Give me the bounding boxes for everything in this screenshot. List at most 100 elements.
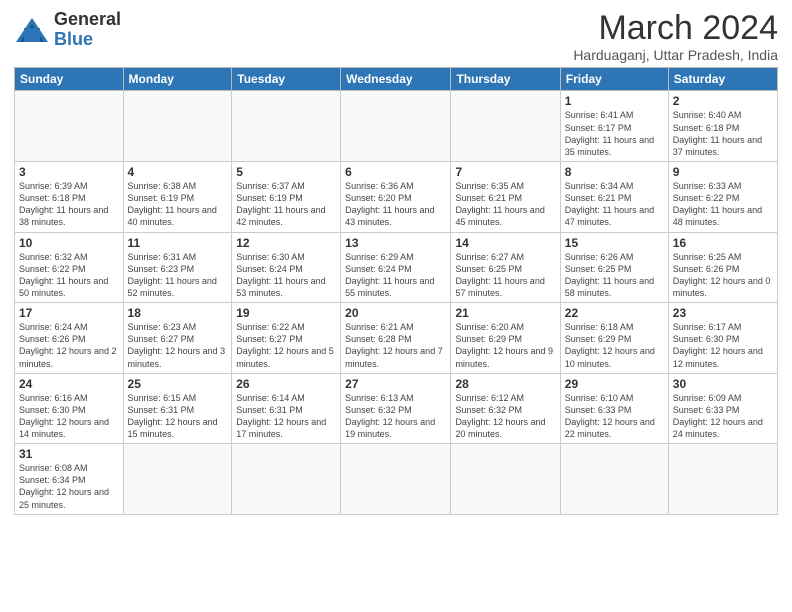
weekday-header-row: SundayMondayTuesdayWednesdayThursdayFrid… (15, 68, 778, 91)
calendar-cell: 7Sunrise: 6:35 AM Sunset: 6:21 PM Daylig… (451, 161, 560, 232)
day-number: 23 (673, 306, 773, 320)
day-info: Sunrise: 6:27 AM Sunset: 6:25 PM Dayligh… (455, 251, 555, 300)
day-number: 1 (565, 94, 664, 108)
day-info: Sunrise: 6:40 AM Sunset: 6:18 PM Dayligh… (673, 109, 773, 158)
day-number: 21 (455, 306, 555, 320)
weekday-header-saturday: Saturday (668, 68, 777, 91)
calendar-cell: 21Sunrise: 6:20 AM Sunset: 6:29 PM Dayli… (451, 303, 560, 374)
calendar-cell: 18Sunrise: 6:23 AM Sunset: 6:27 PM Dayli… (123, 303, 232, 374)
calendar-cell: 13Sunrise: 6:29 AM Sunset: 6:24 PM Dayli… (341, 232, 451, 303)
calendar-cell: 16Sunrise: 6:25 AM Sunset: 6:26 PM Dayli… (668, 232, 777, 303)
day-info: Sunrise: 6:25 AM Sunset: 6:26 PM Dayligh… (673, 251, 773, 300)
calendar-cell: 31Sunrise: 6:08 AM Sunset: 6:34 PM Dayli… (15, 444, 124, 515)
day-number: 4 (128, 165, 228, 179)
day-number: 16 (673, 236, 773, 250)
logo: General Blue (14, 10, 121, 50)
day-info: Sunrise: 6:22 AM Sunset: 6:27 PM Dayligh… (236, 321, 336, 370)
weekday-header-tuesday: Tuesday (232, 68, 341, 91)
day-info: Sunrise: 6:38 AM Sunset: 6:19 PM Dayligh… (128, 180, 228, 229)
calendar-cell (15, 91, 124, 162)
weekday-header-monday: Monday (123, 68, 232, 91)
day-info: Sunrise: 6:32 AM Sunset: 6:22 PM Dayligh… (19, 251, 119, 300)
calendar-cell: 17Sunrise: 6:24 AM Sunset: 6:26 PM Dayli… (15, 303, 124, 374)
calendar-cell (451, 444, 560, 515)
location-subtitle: Harduaganj, Uttar Pradesh, India (573, 47, 778, 63)
day-info: Sunrise: 6:37 AM Sunset: 6:19 PM Dayligh… (236, 180, 336, 229)
day-number: 8 (565, 165, 664, 179)
calendar-week-5: 31Sunrise: 6:08 AM Sunset: 6:34 PM Dayli… (15, 444, 778, 515)
calendar-body: 1Sunrise: 6:41 AM Sunset: 6:17 PM Daylig… (15, 91, 778, 514)
day-number: 20 (345, 306, 446, 320)
calendar-cell: 27Sunrise: 6:13 AM Sunset: 6:32 PM Dayli… (341, 373, 451, 444)
day-number: 26 (236, 377, 336, 391)
calendar-cell: 3Sunrise: 6:39 AM Sunset: 6:18 PM Daylig… (15, 161, 124, 232)
calendar-week-1: 3Sunrise: 6:39 AM Sunset: 6:18 PM Daylig… (15, 161, 778, 232)
calendar-cell (232, 444, 341, 515)
calendar-cell: 24Sunrise: 6:16 AM Sunset: 6:30 PM Dayli… (15, 373, 124, 444)
day-info: Sunrise: 6:31 AM Sunset: 6:23 PM Dayligh… (128, 251, 228, 300)
day-number: 29 (565, 377, 664, 391)
day-number: 3 (19, 165, 119, 179)
day-info: Sunrise: 6:35 AM Sunset: 6:21 PM Dayligh… (455, 180, 555, 229)
day-info: Sunrise: 6:36 AM Sunset: 6:20 PM Dayligh… (345, 180, 446, 229)
calendar-cell: 14Sunrise: 6:27 AM Sunset: 6:25 PM Dayli… (451, 232, 560, 303)
calendar-header: SundayMondayTuesdayWednesdayThursdayFrid… (15, 68, 778, 91)
month-title: March 2024 (573, 10, 778, 47)
logo-icon (14, 16, 50, 44)
day-info: Sunrise: 6:23 AM Sunset: 6:27 PM Dayligh… (128, 321, 228, 370)
calendar-cell (451, 91, 560, 162)
logo-general: General (54, 9, 121, 29)
day-info: Sunrise: 6:09 AM Sunset: 6:33 PM Dayligh… (673, 392, 773, 441)
weekday-header-wednesday: Wednesday (341, 68, 451, 91)
calendar-cell: 12Sunrise: 6:30 AM Sunset: 6:24 PM Dayli… (232, 232, 341, 303)
calendar-week-4: 24Sunrise: 6:16 AM Sunset: 6:30 PM Dayli… (15, 373, 778, 444)
calendar-cell: 1Sunrise: 6:41 AM Sunset: 6:17 PM Daylig… (560, 91, 668, 162)
calendar-week-0: 1Sunrise: 6:41 AM Sunset: 6:17 PM Daylig… (15, 91, 778, 162)
day-info: Sunrise: 6:24 AM Sunset: 6:26 PM Dayligh… (19, 321, 119, 370)
calendar-table: SundayMondayTuesdayWednesdayThursdayFrid… (14, 67, 778, 514)
day-number: 2 (673, 94, 773, 108)
day-info: Sunrise: 6:15 AM Sunset: 6:31 PM Dayligh… (128, 392, 228, 441)
weekday-header-thursday: Thursday (451, 68, 560, 91)
calendar-cell (232, 91, 341, 162)
calendar-cell: 22Sunrise: 6:18 AM Sunset: 6:29 PM Dayli… (560, 303, 668, 374)
calendar-cell (123, 444, 232, 515)
day-number: 10 (19, 236, 119, 250)
day-info: Sunrise: 6:20 AM Sunset: 6:29 PM Dayligh… (455, 321, 555, 370)
header: General Blue March 2024 Harduaganj, Utta… (14, 10, 778, 63)
day-info: Sunrise: 6:34 AM Sunset: 6:21 PM Dayligh… (565, 180, 664, 229)
day-info: Sunrise: 6:12 AM Sunset: 6:32 PM Dayligh… (455, 392, 555, 441)
calendar-week-3: 17Sunrise: 6:24 AM Sunset: 6:26 PM Dayli… (15, 303, 778, 374)
day-number: 31 (19, 447, 119, 461)
calendar-cell (341, 91, 451, 162)
calendar-cell: 28Sunrise: 6:12 AM Sunset: 6:32 PM Dayli… (451, 373, 560, 444)
calendar-cell: 19Sunrise: 6:22 AM Sunset: 6:27 PM Dayli… (232, 303, 341, 374)
day-info: Sunrise: 6:41 AM Sunset: 6:17 PM Dayligh… (565, 109, 664, 158)
day-number: 15 (565, 236, 664, 250)
logo-text: General Blue (54, 10, 121, 50)
day-info: Sunrise: 6:13 AM Sunset: 6:32 PM Dayligh… (345, 392, 446, 441)
calendar-cell: 6Sunrise: 6:36 AM Sunset: 6:20 PM Daylig… (341, 161, 451, 232)
day-info: Sunrise: 6:17 AM Sunset: 6:30 PM Dayligh… (673, 321, 773, 370)
day-number: 24 (19, 377, 119, 391)
calendar-cell: 23Sunrise: 6:17 AM Sunset: 6:30 PM Dayli… (668, 303, 777, 374)
calendar-cell: 5Sunrise: 6:37 AM Sunset: 6:19 PM Daylig… (232, 161, 341, 232)
calendar-cell: 29Sunrise: 6:10 AM Sunset: 6:33 PM Dayli… (560, 373, 668, 444)
day-info: Sunrise: 6:33 AM Sunset: 6:22 PM Dayligh… (673, 180, 773, 229)
day-info: Sunrise: 6:21 AM Sunset: 6:28 PM Dayligh… (345, 321, 446, 370)
day-info: Sunrise: 6:39 AM Sunset: 6:18 PM Dayligh… (19, 180, 119, 229)
calendar-cell: 4Sunrise: 6:38 AM Sunset: 6:19 PM Daylig… (123, 161, 232, 232)
day-number: 30 (673, 377, 773, 391)
calendar-cell: 11Sunrise: 6:31 AM Sunset: 6:23 PM Dayli… (123, 232, 232, 303)
day-number: 9 (673, 165, 773, 179)
day-number: 13 (345, 236, 446, 250)
logo-blue: Blue (54, 29, 93, 49)
day-number: 19 (236, 306, 336, 320)
day-number: 12 (236, 236, 336, 250)
weekday-header-sunday: Sunday (15, 68, 124, 91)
calendar-cell: 10Sunrise: 6:32 AM Sunset: 6:22 PM Dayli… (15, 232, 124, 303)
page: General Blue March 2024 Harduaganj, Utta… (0, 0, 792, 521)
calendar-cell: 25Sunrise: 6:15 AM Sunset: 6:31 PM Dayli… (123, 373, 232, 444)
day-info: Sunrise: 6:10 AM Sunset: 6:33 PM Dayligh… (565, 392, 664, 441)
day-number: 18 (128, 306, 228, 320)
